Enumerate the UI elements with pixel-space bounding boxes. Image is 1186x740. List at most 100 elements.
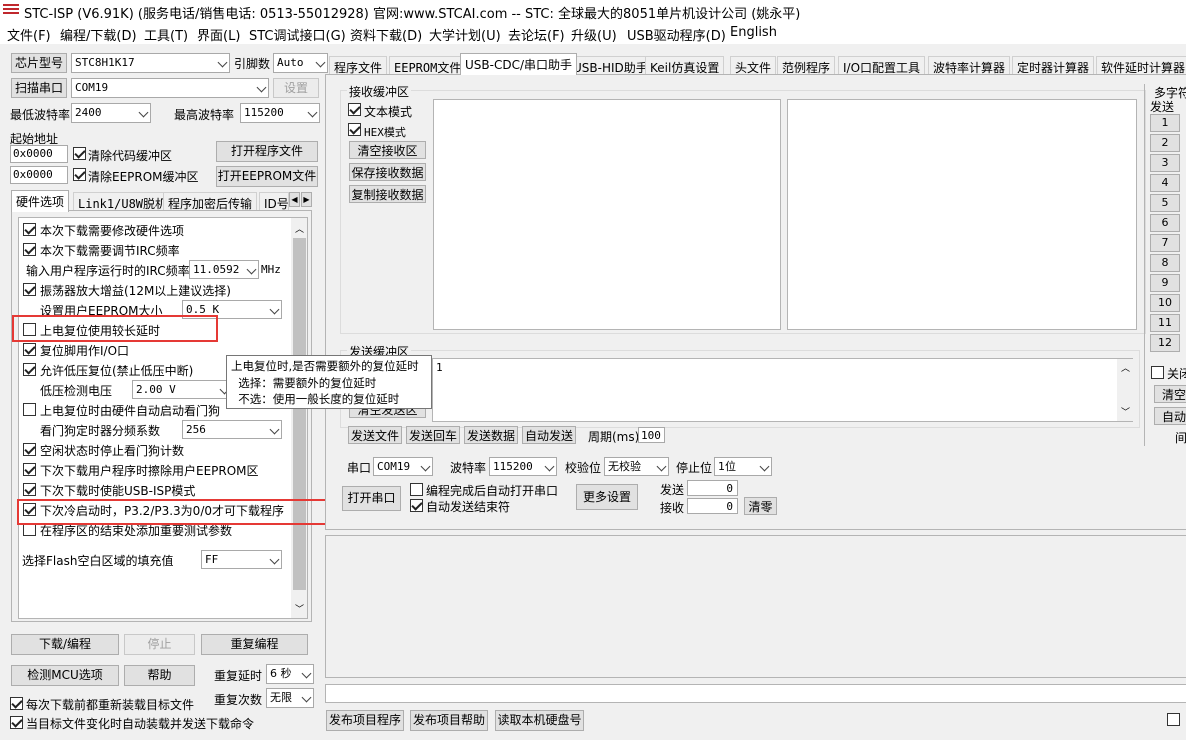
chip-model-select[interactable]: STC8H1K17 bbox=[71, 53, 230, 73]
multi-send-button-3[interactable]: 3 bbox=[1150, 154, 1180, 172]
menu-program[interactable]: 编程/下载(D) bbox=[60, 25, 137, 44]
multi-close-checkbox[interactable] bbox=[1151, 366, 1164, 379]
option-modify-hardware-checkbox[interactable] bbox=[23, 223, 36, 236]
reprogram-button[interactable]: 重复编程 bbox=[201, 634, 308, 655]
repeat-delay-select[interactable]: 6 秒 bbox=[266, 664, 314, 684]
save-receive-button[interactable]: 保存接收数据 bbox=[349, 163, 426, 181]
menu-tools[interactable]: 工具(T) bbox=[144, 25, 188, 44]
more-settings-button[interactable]: 更多设置 bbox=[576, 484, 638, 510]
menu-downloads[interactable]: 资料下载(D) bbox=[350, 25, 422, 44]
multi-send-button-4[interactable]: 4 bbox=[1150, 174, 1180, 192]
tab-usb-cdc-serial[interactable]: USB-CDC/串口助手 bbox=[460, 53, 578, 75]
menu-forum[interactable]: 去论坛(F) bbox=[508, 25, 565, 44]
settings-button[interactable]: 设置 bbox=[273, 78, 319, 98]
flash-fill-select[interactable]: FF bbox=[201, 550, 282, 569]
irc-frequency-select[interactable]: 11.0592 bbox=[189, 260, 259, 279]
auto-send-button[interactable]: 自动发送 bbox=[522, 426, 576, 444]
tab-scroll-right-icon[interactable]: ▶ bbox=[301, 192, 312, 207]
chip-model-button[interactable]: 芯片型号 bbox=[11, 53, 67, 73]
option-usb-isp-checkbox[interactable] bbox=[23, 483, 36, 496]
stop-bits-select[interactable]: 1位 bbox=[714, 457, 772, 476]
menu-usb-driver[interactable]: USB驱动程序(D) bbox=[627, 25, 726, 44]
copy-receive-button[interactable]: 复制接收数据 bbox=[349, 185, 426, 203]
reload-target-checkbox[interactable] bbox=[10, 697, 23, 710]
open-port-button[interactable]: 打开串口 bbox=[342, 486, 401, 511]
tab-scroll-left-icon[interactable]: ◀ bbox=[289, 192, 300, 207]
menu-file[interactable]: 文件(F) bbox=[7, 25, 51, 44]
multi-send-button-6[interactable]: 6 bbox=[1150, 214, 1180, 232]
scan-port-button[interactable]: 扫描串口 bbox=[11, 78, 67, 98]
auto-open-port-checkbox[interactable] bbox=[410, 483, 423, 496]
multi-send-button-9[interactable]: 9 bbox=[1150, 274, 1180, 292]
low-voltage-select[interactable]: 2.00 V bbox=[132, 380, 232, 399]
period-input[interactable]: 100 bbox=[638, 427, 665, 443]
send-scrollbar[interactable]: ︿ ﹀ bbox=[1117, 359, 1133, 421]
download-program-button[interactable]: 下载/编程 bbox=[11, 634, 119, 655]
min-baud-select[interactable]: 2400 bbox=[71, 103, 151, 123]
option-low-voltage-reset-checkbox[interactable] bbox=[23, 363, 36, 376]
code-address-input[interactable]: 0x0000 bbox=[10, 145, 68, 163]
scroll-up-icon[interactable]: ︿ bbox=[295, 222, 304, 235]
multi-send-button-1[interactable]: 1 bbox=[1150, 114, 1180, 132]
bottom-right-checkbox[interactable] bbox=[1167, 713, 1180, 726]
option-idle-stop-watchdog-checkbox[interactable] bbox=[23, 443, 36, 456]
menu-interface[interactable]: 界面(L) bbox=[197, 25, 240, 44]
port-select[interactable]: COM19 bbox=[71, 78, 269, 98]
receive-hex-area[interactable] bbox=[787, 99, 1137, 330]
hex-mode-checkbox[interactable] bbox=[348, 123, 361, 136]
send-file-button[interactable]: 发送文件 bbox=[348, 426, 402, 444]
output-log-area[interactable] bbox=[325, 535, 1186, 678]
multi-send-button-5[interactable]: 5 bbox=[1150, 194, 1180, 212]
send-text-area[interactable]: 1 ︿ ﹀ bbox=[432, 358, 1133, 422]
multi-send-button-12[interactable]: 12 bbox=[1150, 334, 1180, 352]
option-adjust-irc-checkbox[interactable] bbox=[23, 243, 36, 256]
parity-select[interactable]: 无校验 bbox=[604, 457, 669, 476]
scroll-down-icon[interactable]: ﹀ bbox=[1121, 405, 1130, 418]
watchdog-divider-select[interactable]: 256 bbox=[182, 420, 282, 439]
multi-clear-button[interactable]: 清空 bbox=[1154, 385, 1186, 403]
menu-university[interactable]: 大学计划(U) bbox=[429, 25, 501, 44]
read-disk-id-button[interactable]: 读取本机硬盘号 bbox=[495, 710, 584, 731]
receive-text-area[interactable] bbox=[433, 99, 781, 330]
option-erase-eeprom-checkbox[interactable] bbox=[23, 463, 36, 476]
clear-code-checkbox[interactable] bbox=[73, 147, 86, 160]
clear-count-button[interactable]: 清零 bbox=[744, 497, 777, 515]
scroll-thumb[interactable] bbox=[293, 238, 306, 590]
open-eeprom-file-button[interactable]: 打开EEPROM文件 bbox=[216, 166, 318, 187]
status-input[interactable] bbox=[325, 684, 1186, 703]
scroll-down-icon[interactable]: ﹀ bbox=[295, 602, 304, 615]
stop-button[interactable]: 停止 bbox=[124, 634, 195, 655]
pin-count-select[interactable]: Auto bbox=[273, 53, 328, 73]
eeprom-address-input[interactable]: 0x0000 bbox=[10, 166, 68, 184]
auto-end-char-checkbox[interactable] bbox=[410, 499, 423, 512]
menu-upgrade[interactable]: 升级(U) bbox=[571, 25, 617, 44]
max-baud-select[interactable]: 115200 bbox=[240, 103, 320, 123]
multi-send-button-11[interactable]: 11 bbox=[1150, 314, 1180, 332]
multi-auto-button[interactable]: 自动 bbox=[1154, 407, 1186, 425]
menu-english[interactable]: English bbox=[730, 25, 777, 40]
multi-send-button-2[interactable]: 2 bbox=[1150, 134, 1180, 152]
help-button[interactable]: 帮助 bbox=[124, 665, 195, 686]
publish-program-button[interactable]: 发布项目程序 bbox=[326, 710, 404, 731]
send-data-button[interactable]: 发送数据 bbox=[464, 426, 518, 444]
options-scrollbar[interactable]: ︿ ﹀ bbox=[291, 218, 307, 618]
scroll-up-icon[interactable]: ︿ bbox=[1121, 361, 1130, 374]
multi-send-button-8[interactable]: 8 bbox=[1150, 254, 1180, 272]
serial-port-select[interactable]: COM19 bbox=[373, 457, 433, 476]
open-program-file-button[interactable]: 打开程序文件 bbox=[216, 141, 318, 162]
tab-hardware-options[interactable]: 硬件选项 bbox=[11, 190, 70, 212]
text-mode-checkbox[interactable] bbox=[348, 103, 361, 116]
menu-debug[interactable]: STC调试接口(G) bbox=[249, 25, 346, 44]
multi-send-button-10[interactable]: 10 bbox=[1150, 294, 1180, 312]
option-reset-pin-io-checkbox[interactable] bbox=[23, 343, 36, 356]
check-mcu-button[interactable]: 检测MCU选项 bbox=[11, 665, 119, 686]
multi-send-button-7[interactable]: 7 bbox=[1150, 234, 1180, 252]
repeat-count-select[interactable]: 无限 bbox=[266, 688, 314, 708]
publish-help-button[interactable]: 发布项目帮助 bbox=[410, 710, 488, 731]
clear-receive-button[interactable]: 清空接收区 bbox=[349, 141, 426, 159]
baud-select[interactable]: 115200 bbox=[489, 457, 557, 476]
auto-load-checkbox[interactable] bbox=[10, 716, 23, 729]
option-watchdog-auto-checkbox[interactable] bbox=[23, 403, 36, 416]
send-enter-button[interactable]: 发送回车 bbox=[406, 426, 460, 444]
option-oscillator-gain-checkbox[interactable] bbox=[23, 283, 36, 296]
